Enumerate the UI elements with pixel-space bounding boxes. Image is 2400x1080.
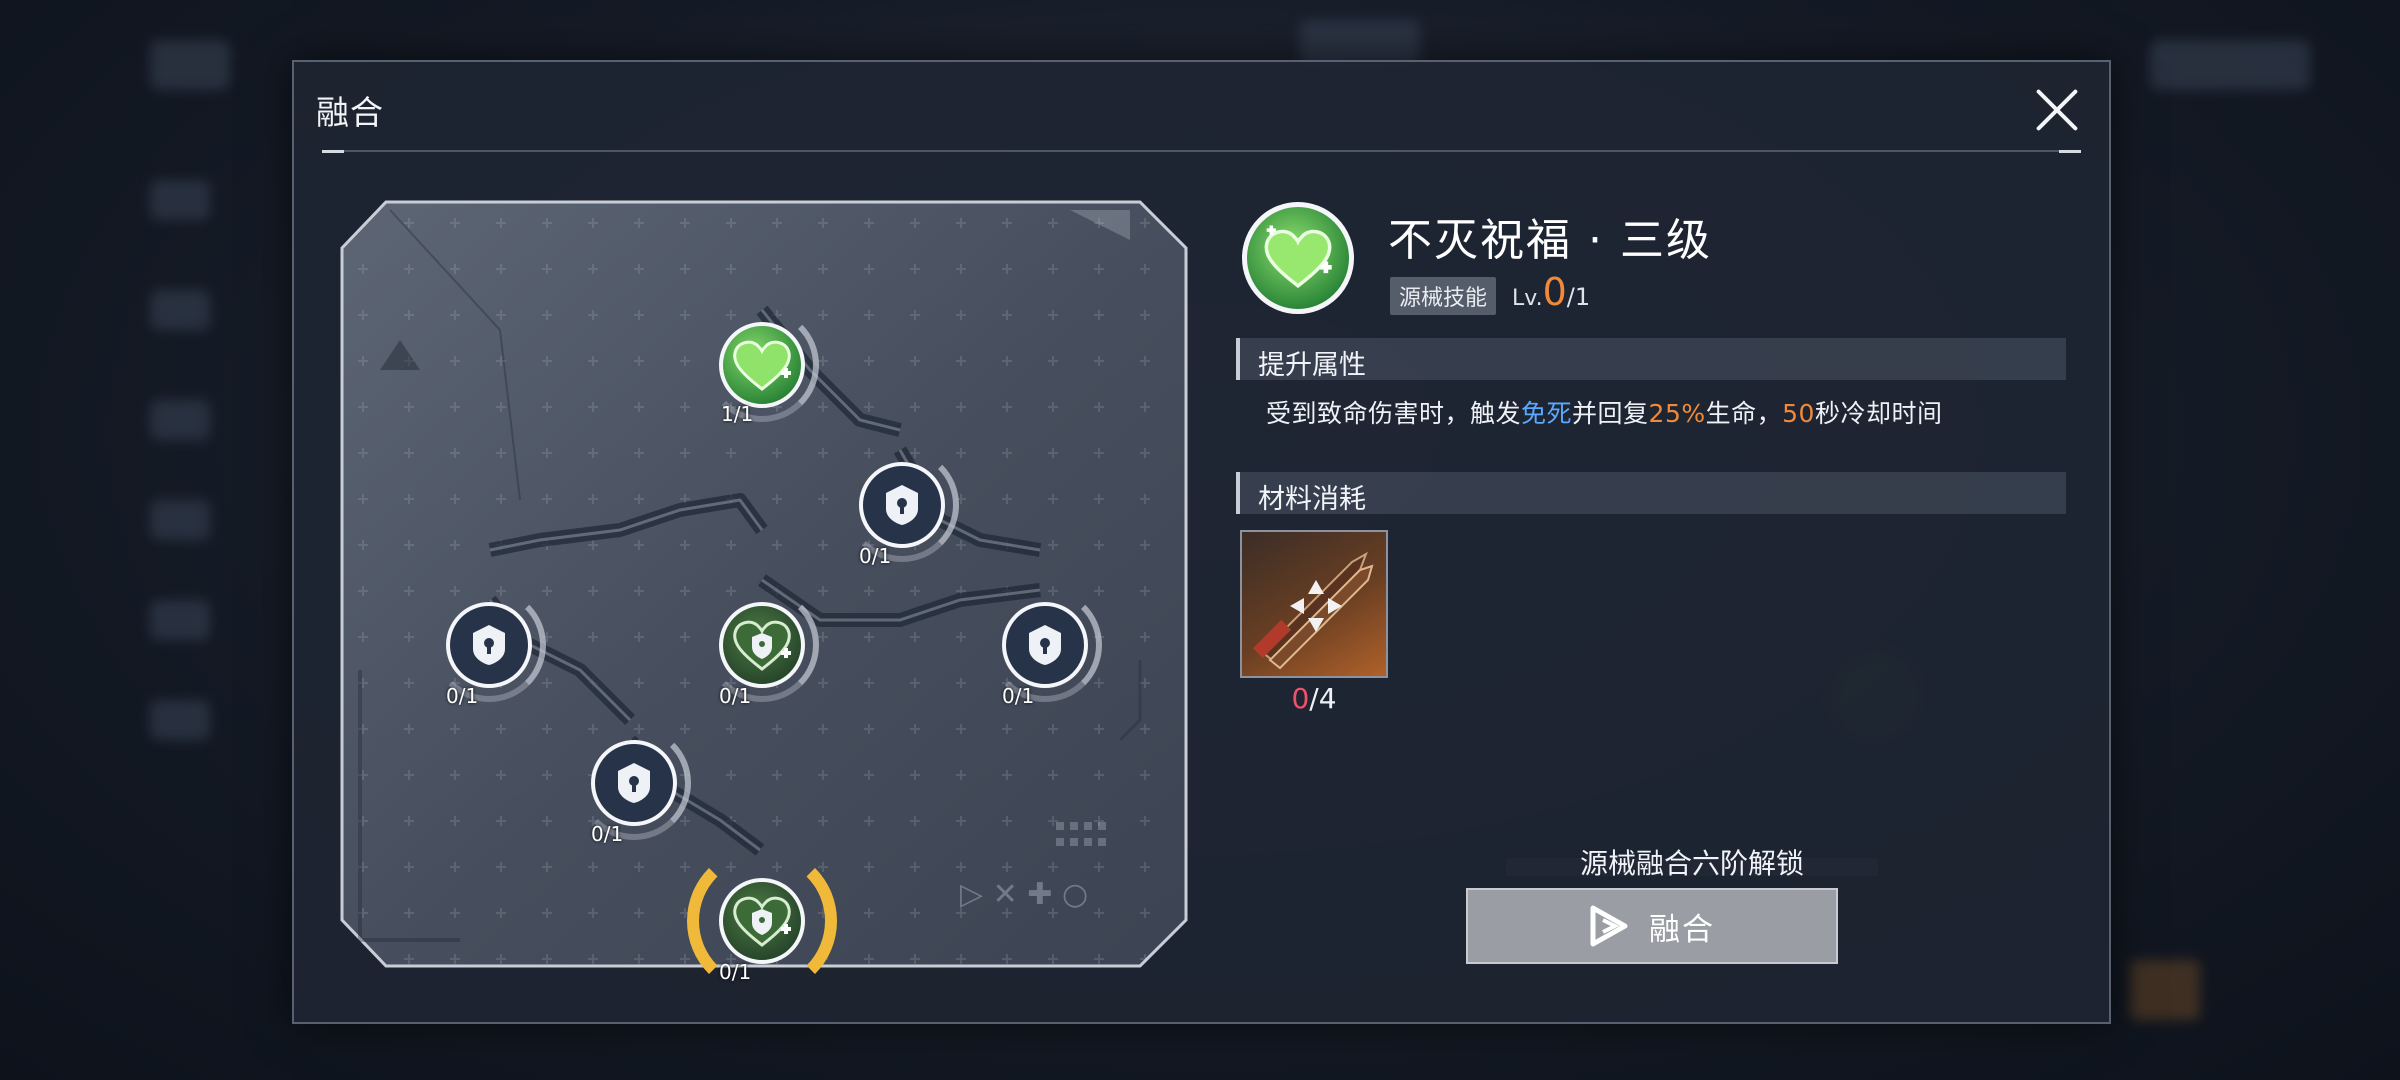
desc-text: 生命， <box>1705 399 1783 428</box>
tree-node-left[interactable]: 0/1 <box>432 588 546 708</box>
skill-type-badge: 源械技能 <box>1390 277 1497 315</box>
shield-icon <box>473 625 505 665</box>
fuse-button[interactable]: 融合 <box>1466 888 1838 964</box>
material-count: 0/4 <box>1240 682 1388 715</box>
node-level: 0/1 <box>1002 684 1035 708</box>
level-current: 0 <box>1542 270 1567 314</box>
materials-section-header: 材料消耗 <box>1236 472 2066 515</box>
node-level: 1/1 <box>721 402 754 426</box>
material-item[interactable] <box>1240 530 1388 678</box>
materials-header-label: 材料消耗 <box>1258 484 1366 515</box>
heart-icon <box>733 340 791 391</box>
attributes-section-header: 提升属性 <box>1236 338 2066 381</box>
heart-icon <box>733 896 791 947</box>
material-have: 0 <box>1291 682 1310 715</box>
desc-text: 受到致命伤害时，触发 <box>1266 399 1522 428</box>
heart-icon <box>733 620 791 671</box>
level-max: /1 <box>1566 283 1591 311</box>
desc-text: 秒冷却时间 <box>1814 399 1943 428</box>
shield-icon <box>618 763 650 803</box>
skill-tree-panel: ▷ ✕ ✚ ○ 1/1 0/1 0/1 0/1 0/1 0/1 0/1 <box>340 200 1188 996</box>
skill-level: Lv.0/1 <box>1512 270 1590 314</box>
title-divider <box>322 150 2081 153</box>
material-need: /4 <box>1309 682 1337 715</box>
node-level: 0/1 <box>446 684 479 708</box>
level-prefix: Lv. <box>1512 286 1543 311</box>
close-icon[interactable] <box>2031 84 2081 134</box>
crossed-blades-icon <box>1252 551 1374 670</box>
svg-text:▷ ✕ ✚ ○: ▷ ✕ ✚ ○ <box>960 877 1088 912</box>
skill-heart-icon <box>1242 202 1354 314</box>
tree-node-right[interactable]: 0/1 <box>988 588 1102 708</box>
desc-text: 并回复 <box>1572 399 1649 428</box>
node-level: 0/1 <box>719 960 752 984</box>
tree-node-bottom-selected[interactable]: 0/1 <box>687 846 837 996</box>
attribute-description: 受到致命伤害时，触发免死并回复25%生命，50秒冷却时间 <box>1266 394 1942 430</box>
unlock-requirement: 源械融合六阶解锁 <box>1579 847 1804 880</box>
node-level: 0/1 <box>719 684 752 708</box>
play-icon <box>1590 905 1628 947</box>
heart-icon <box>1264 225 1332 289</box>
attributes-header-label: 提升属性 <box>1258 350 1366 381</box>
tree-node-upper-right[interactable]: 0/1 <box>845 448 959 568</box>
tree-node-lower-left[interactable]: 0/1 <box>577 726 691 846</box>
shield-icon <box>886 485 918 525</box>
tree-node-top[interactable]: 1/1 <box>705 308 819 426</box>
desc-highlight: 50 <box>1782 399 1815 428</box>
desc-highlight: 免死 <box>1521 399 1573 428</box>
desc-highlight: 25% <box>1648 399 1706 428</box>
node-level: 0/1 <box>591 822 624 846</box>
fuse-button-label: 融合 <box>1649 911 1715 948</box>
fusion-dialog: 融合 ▷ ✕ ✚ ○ 1/1 0/1 0/1 0/1 0/1 0/1 0/1 不… <box>292 60 2111 1024</box>
shield-icon <box>1029 625 1061 665</box>
tree-node-center[interactable]: 0/1 <box>705 588 819 708</box>
dialog-title: 融合 <box>316 93 384 132</box>
node-level: 0/1 <box>859 544 892 568</box>
skill-name: 不灭祝福 · 三级 <box>1388 215 1712 266</box>
